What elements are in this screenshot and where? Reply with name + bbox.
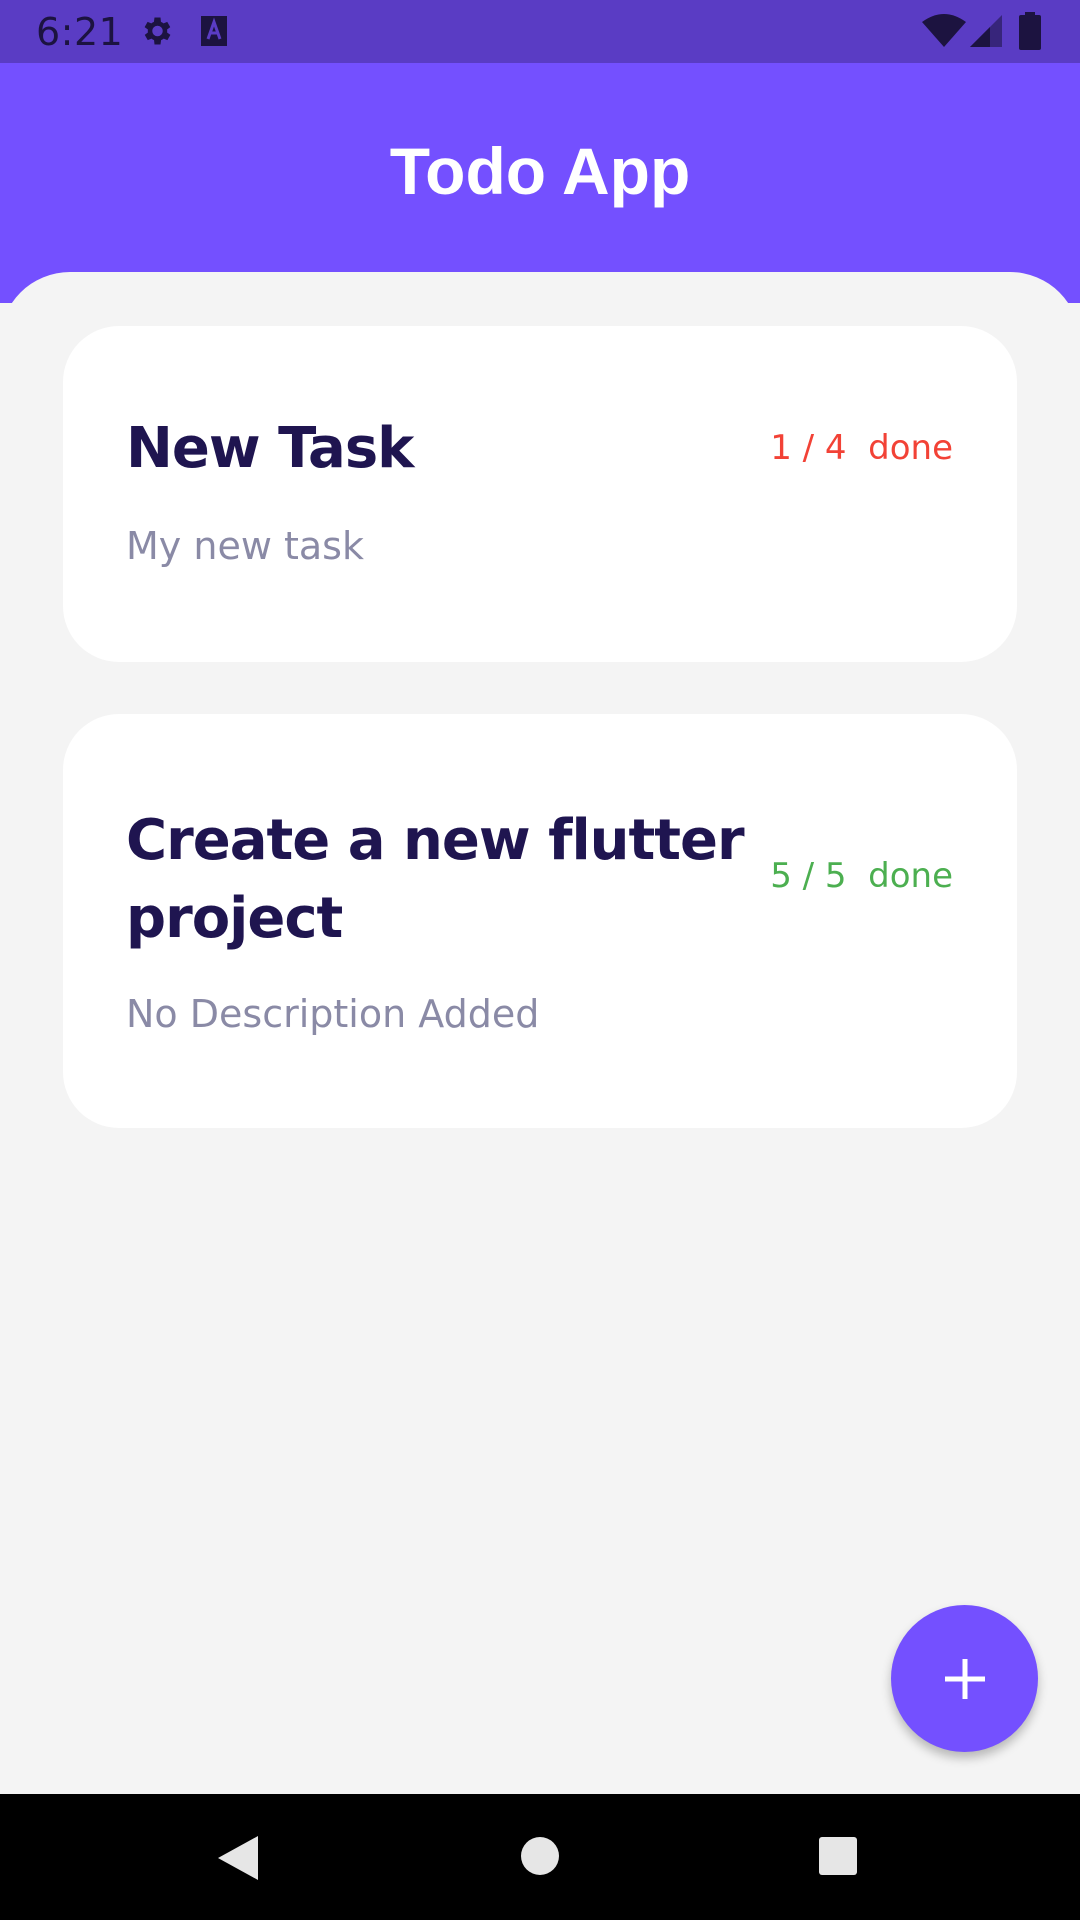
status-bar: 6:21 [0, 0, 1080, 63]
task-title: New Task [126, 416, 414, 481]
signal-icon [970, 15, 1002, 47]
add-task-button[interactable] [891, 1605, 1038, 1752]
navigation-bar [0, 1794, 1080, 1920]
task-title: Create a new flutter project [126, 808, 745, 951]
task-progress: 5 / 5 done [770, 856, 953, 896]
plus-icon [944, 1658, 985, 1699]
task-progress: 1 / 4 done [770, 428, 953, 468]
task-description: My new task [126, 524, 364, 568]
app-bar: Todo App [0, 63, 1080, 303]
page-title: Todo App [389, 134, 691, 208]
wifi-icon [922, 14, 966, 47]
task-description: No Description Added [126, 992, 540, 1036]
screen: 6:21 Todo App New Task 1 / 4 done My new… [0, 0, 1080, 1920]
battery-icon [1019, 12, 1041, 50]
home-icon[interactable] [520, 1836, 560, 1876]
gear-icon [144, 17, 171, 45]
back-icon[interactable] [216, 1834, 260, 1882]
recents-icon[interactable] [818, 1836, 858, 1876]
task-card[interactable]: Create a new flutter project 5 / 5 done … [63, 714, 1017, 1128]
a-icon [201, 16, 227, 46]
status-time: 6:21 [36, 10, 124, 54]
task-card[interactable]: New Task 1 / 4 done My new task [63, 326, 1017, 662]
